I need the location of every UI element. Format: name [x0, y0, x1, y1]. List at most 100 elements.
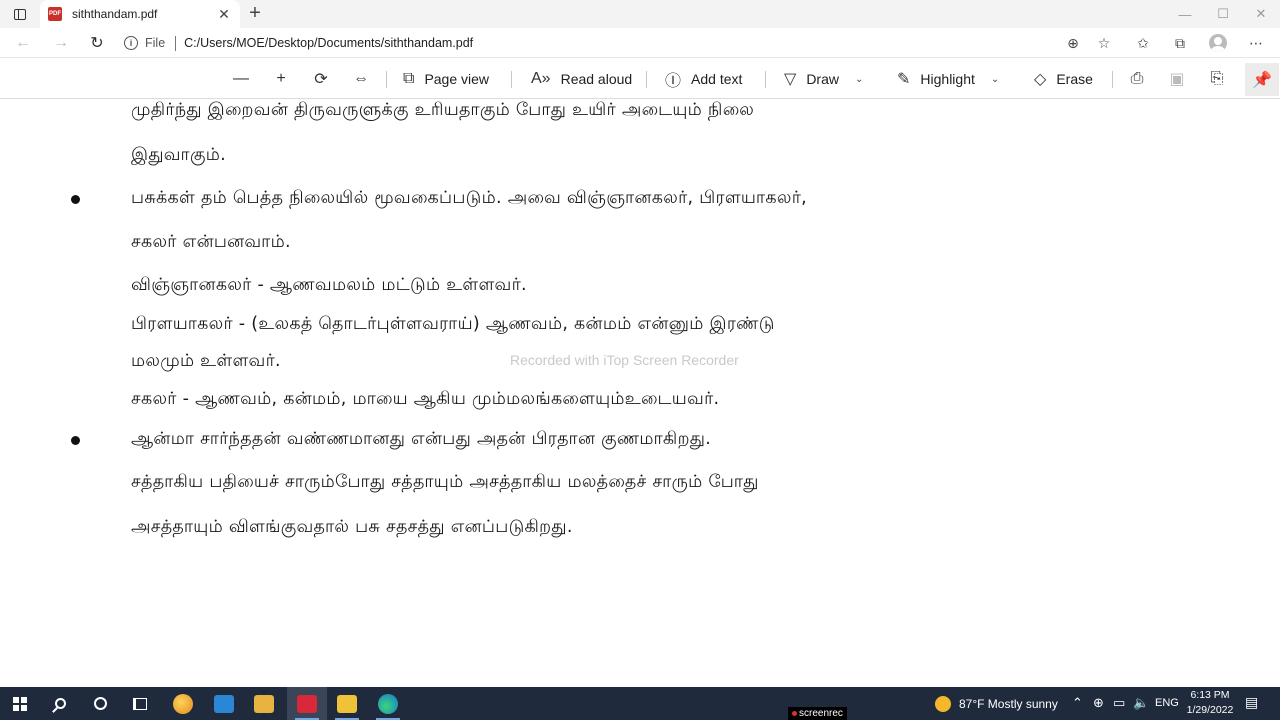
avatar	[1209, 34, 1227, 52]
add-favorite-icon[interactable]: ☆	[1091, 31, 1117, 55]
save-as-icon[interactable]: ⎘	[1203, 65, 1231, 93]
draw-label: Draw	[806, 71, 839, 87]
taskbar-edge[interactable]	[368, 687, 408, 720]
url-scheme-label: File	[145, 36, 166, 50]
minimize-button[interactable]: —	[1166, 0, 1204, 28]
draw-icon: ▽	[784, 71, 797, 88]
tab-active[interactable]: PDF siththandam.pdf ✕	[40, 0, 240, 28]
collections-icon[interactable]: ⧉	[1167, 31, 1193, 55]
taskbar-edge-dev[interactable]	[163, 687, 203, 720]
doc-line: மலமும் உள்ளவர்.	[131, 351, 281, 371]
notification-icon[interactable]: ▤	[1245, 694, 1258, 711]
read-aloud-button[interactable]: A» Read aloud	[531, 65, 632, 93]
rotate-icon[interactable]: ⟳	[307, 65, 335, 93]
cortana-button[interactable]	[80, 687, 120, 720]
page-view-label: Page view	[424, 71, 490, 87]
network-icon[interactable]: ⊕	[1093, 695, 1104, 711]
recorder-watermark: Recorded with iTop Screen Recorder	[510, 352, 739, 368]
tab-close-button[interactable]: ✕	[216, 6, 232, 23]
battery-icon[interactable]: ▭	[1113, 695, 1125, 711]
page-view-button[interactable]: ⧉ Page view	[403, 65, 489, 93]
mail-icon	[214, 694, 234, 713]
taskbar-file-explorer[interactable]	[327, 687, 367, 720]
bullet-point	[71, 195, 80, 204]
profile-button[interactable]	[1205, 31, 1231, 55]
draw-chevron-down-icon[interactable]: ⌄	[855, 74, 863, 85]
video-editor-icon	[254, 694, 274, 713]
doc-line: அசத்தாயும் விளங்குவதால் பசு சதசத்து எனப்…	[131, 517, 573, 537]
taskbar-mail[interactable]	[204, 687, 244, 720]
favorites-icon[interactable]: ✩	[1130, 31, 1156, 55]
highlight-button[interactable]: ✎ Highlight ⌄	[897, 65, 999, 93]
add-text-icon: Ⓘ	[665, 73, 682, 90]
doc-line: சகலர் - ஆணவம், கன்மம், மாயை ஆகிய மும்மலங…	[131, 389, 720, 409]
pdf-page: முதிர்ந்து இறைவன் திருவருளுக்கு உரியதாகு…	[0, 100, 1280, 687]
save-icon[interactable]: ▣	[1163, 65, 1191, 93]
chevron-up-icon[interactable]: ⌃	[1072, 695, 1083, 711]
zoom-icon[interactable]: ⊕	[1060, 31, 1086, 55]
edge-dev-icon	[173, 693, 193, 714]
taskbar: 87°F Mostly sunny ⌃ ⊕ ▭ 🔈 ENG 6:13 PM 1/…	[0, 687, 1280, 720]
task-view-button[interactable]	[120, 687, 160, 720]
tab-actions-icon	[14, 8, 26, 20]
doc-line: பசுக்கள் தம் பெத்த நிலையில் மூவகைப்படும்…	[131, 188, 808, 208]
doc-line: விஞ்ஞானகலர் - ஆணவமலம் மட்டும் உள்ளவர்.	[131, 275, 527, 295]
bullet-point	[71, 436, 80, 445]
forward-button[interactable]: →	[48, 31, 74, 55]
close-window-button[interactable]: ✕	[1242, 0, 1280, 28]
weather-sun-icon	[935, 696, 951, 712]
erase-label: Erase	[1056, 71, 1093, 87]
refresh-button[interactable]: ↻	[84, 31, 110, 55]
edge-icon	[378, 693, 398, 714]
new-tab-button[interactable]: +	[244, 3, 266, 25]
url-text[interactable]: C:/Users/MOE/Desktop/Documents/siththand…	[184, 36, 473, 50]
search-button[interactable]	[40, 687, 80, 720]
weather-text[interactable]: 87°F Mostly sunny	[959, 697, 1058, 711]
taskbar-screen-recorder[interactable]	[287, 687, 327, 720]
folder-icon	[337, 694, 357, 713]
search-icon	[54, 698, 66, 709]
url-separator	[175, 35, 177, 51]
doc-line: சகலர் என்பனவாம்.	[131, 232, 291, 252]
zoom-in-button[interactable]: +	[267, 65, 295, 93]
toolbar-divider	[386, 71, 387, 88]
language-indicator[interactable]: ENG	[1155, 697, 1179, 709]
tab-title: siththandam.pdf	[72, 7, 158, 21]
screenrec-badge: screenrec	[788, 707, 847, 720]
volume-icon[interactable]: 🔈	[1133, 695, 1149, 711]
toolbar-divider	[1112, 71, 1113, 88]
record-dot-icon	[792, 710, 797, 716]
eraser-icon: ◇	[1034, 71, 1047, 88]
page-view-icon: ⧉	[403, 70, 415, 87]
tab-actions-button[interactable]	[6, 3, 34, 25]
toolbar-divider	[765, 71, 766, 88]
address-bar: ← → ↻ i File C:/Users/MOE/Desktop/Docume…	[0, 28, 1280, 58]
erase-button[interactable]: ◇ Erase	[1034, 65, 1093, 93]
print-icon[interactable]: ⎙	[1123, 65, 1151, 93]
zoom-out-button[interactable]: —	[227, 65, 255, 93]
draw-button[interactable]: ▽ Draw ⌄	[784, 65, 863, 93]
info-icon[interactable]: i	[124, 36, 138, 50]
toolbar-divider	[511, 71, 512, 88]
doc-line: சத்தாகிய பதியைச் சாரும்போது சத்தாயும் அச…	[131, 472, 759, 492]
taskbar-video[interactable]	[244, 687, 284, 720]
read-aloud-label: Read aloud	[560, 71, 633, 87]
clock-date[interactable]: 1/29/2022	[1182, 704, 1238, 716]
back-button[interactable]: ←	[10, 31, 36, 55]
settings-menu-button[interactable]: ⋯	[1243, 31, 1269, 55]
doc-line: முதிர்ந்து இறைவன் திருவருளுக்கு உரியதாகு…	[131, 100, 755, 120]
add-text-button[interactable]: Ⓘ Add text	[665, 65, 742, 93]
highlight-label: Highlight	[920, 71, 975, 87]
url-field[interactable]: i File C:/Users/MOE/Desktop/Documents/si…	[124, 31, 1114, 55]
doc-line: பிரளயாகலர் - (உலகத் தொடர்புள்ளவராய்) ஆணவ…	[131, 314, 775, 334]
toolbar-divider	[646, 71, 647, 88]
pdf-toolbar: — + ⟳ ⇔ ⧉ Page view A» Read aloud Ⓘ Add …	[0, 59, 1280, 99]
pin-toolbar-button[interactable]: 📌	[1245, 63, 1279, 96]
screen-recorder-icon	[297, 694, 317, 713]
start-button[interactable]	[0, 687, 40, 720]
clock-time[interactable]: 6:13 PM	[1186, 689, 1234, 701]
maximize-button[interactable]: ☐	[1204, 0, 1242, 28]
pin-icon: 📌	[1252, 71, 1272, 89]
highlight-chevron-down-icon[interactable]: ⌄	[991, 74, 999, 85]
fit-page-icon[interactable]: ⇔	[347, 65, 375, 93]
